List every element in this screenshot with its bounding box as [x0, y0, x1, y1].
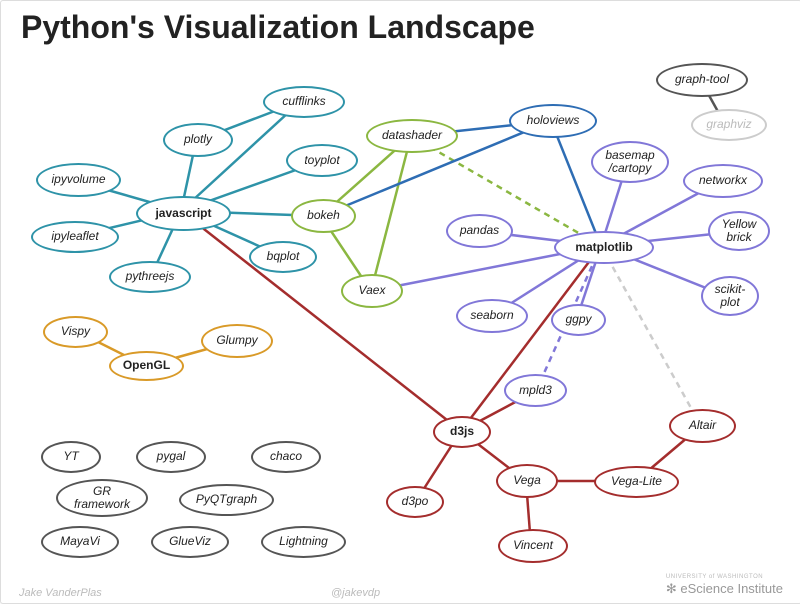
- hub-javascript: javascript: [136, 196, 231, 231]
- node-holoviews: holoviews: [509, 104, 597, 138]
- node-networkx: networkx: [683, 164, 763, 198]
- node-toyplot: toyplot: [286, 144, 358, 177]
- node-plotly: plotly: [163, 123, 233, 157]
- node-d3po: d3po: [386, 486, 444, 518]
- node-ipyvolume: ipyvolume: [36, 163, 121, 197]
- attrib-author: Jake VanderPlas: [19, 587, 102, 599]
- node-bqplot: bqplot: [249, 241, 317, 273]
- node-mayavi: MayaVi: [41, 526, 119, 558]
- attrib-handle: @jakevdp: [331, 587, 380, 599]
- node-pandas: pandas: [446, 214, 513, 248]
- node-pythreejs: pythreejs: [109, 261, 191, 293]
- node-graphtool: graph-tool: [656, 63, 748, 97]
- node-vincent: Vincent: [498, 529, 568, 563]
- node-datashader: datashader: [366, 119, 458, 153]
- hub-d3js: d3js: [433, 416, 491, 448]
- attrib-institute: UNIVERSITY of WASHINGTON ✻ eScience Inst…: [666, 570, 783, 597]
- node-scikitplot: scikit- plot: [701, 276, 759, 316]
- node-lightning: Lightning: [261, 526, 346, 558]
- hub-opengl: OpenGL: [109, 351, 184, 381]
- node-cufflinks: cufflinks: [263, 86, 345, 118]
- node-glumpy: Glumpy: [201, 324, 273, 358]
- node-graphviz: graphviz: [691, 109, 767, 141]
- node-glueviz: GlueViz: [151, 526, 229, 558]
- node-vaex: Vaex: [341, 274, 403, 308]
- node-yellowbrick: Yellow brick: [708, 211, 770, 251]
- node-altair: Altair: [669, 409, 736, 443]
- node-ipyleaflet: ipyleaflet: [31, 221, 119, 253]
- node-vegalite: Vega-Lite: [594, 466, 679, 498]
- node-gr: GR framework: [56, 479, 148, 517]
- node-yt: YT: [41, 441, 101, 473]
- node-mpld3: mpld3: [504, 374, 567, 407]
- node-pygal: pygal: [136, 441, 206, 473]
- node-ggpy: ggpy: [551, 304, 606, 336]
- node-pyqtgraph: PyQTgraph: [179, 484, 274, 516]
- node-seaborn: seaborn: [456, 299, 528, 333]
- hub-matplotlib: matplotlib: [554, 231, 654, 264]
- node-basemap: basemap /cartopy: [591, 141, 669, 183]
- node-bokeh: bokeh: [291, 199, 356, 233]
- node-chaco: chaco: [251, 441, 321, 473]
- diagram-stage: Python's Visualization Landscape: [0, 0, 800, 604]
- node-vispy: Vispy: [43, 316, 108, 348]
- node-vega: Vega: [496, 464, 558, 498]
